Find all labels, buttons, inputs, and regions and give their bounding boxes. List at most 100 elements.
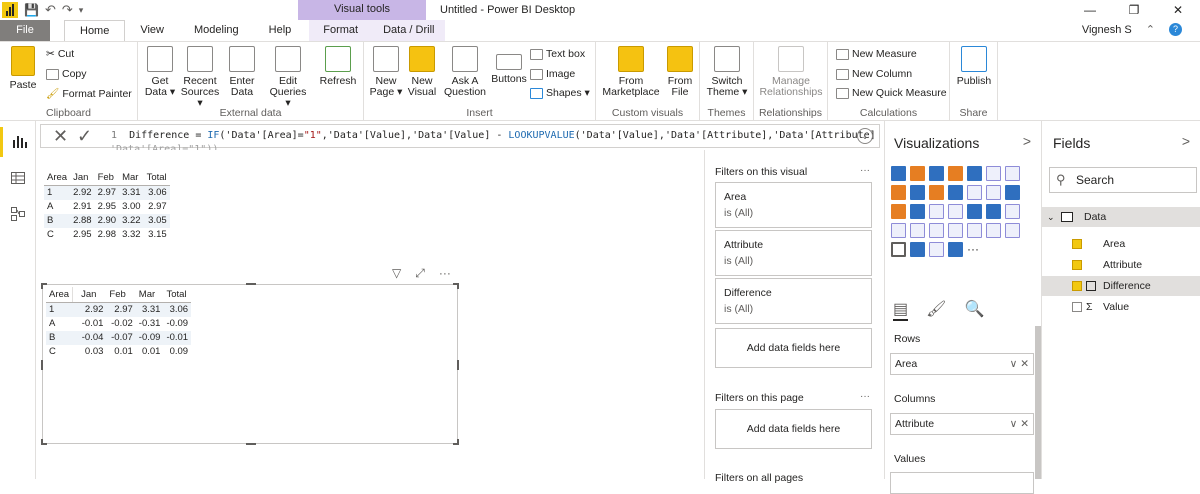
header-feb[interactable]: Feb: [106, 287, 136, 303]
matrix-visual-2[interactable]: Area Jan Feb Mar Total 1 2.92 2.97 3.31 3.06…: [41, 283, 459, 445]
cut-button[interactable]: ✂ Cut: [46, 48, 74, 60]
values-well[interactable]: [890, 472, 1034, 494]
text-box-button[interactable]: Text box: [530, 48, 585, 60]
header-mar[interactable]: Mar: [135, 287, 164, 303]
tab-format[interactable]: Format: [309, 20, 373, 41]
table-visual-icon[interactable]: [1005, 223, 1020, 238]
edit-queries-button[interactable]: Edit Queries ▾: [266, 46, 310, 109]
100-column-chart-icon[interactable]: [986, 166, 1001, 181]
more-options-icon[interactable]: ···: [439, 266, 451, 281]
card-icon[interactable]: [910, 223, 925, 238]
map-icon[interactable]: [948, 204, 963, 219]
filters-visual-more-icon[interactable]: ···: [860, 165, 870, 176]
filter-card-attribute[interactable]: Attribute is (All): [715, 230, 872, 276]
recent-sources-button[interactable]: Recent Sources ▾: [178, 46, 222, 109]
filled-map-icon[interactable]: [967, 204, 982, 219]
paste-button[interactable]: Paste: [6, 46, 40, 91]
header-mar[interactable]: Mar: [119, 170, 144, 186]
new-page-button[interactable]: New Page ▾: [368, 46, 404, 98]
paint-roller-icon[interactable]: 🖌: [926, 299, 946, 321]
columns-well[interactable]: Attribute ∨ ✕: [890, 413, 1034, 435]
expand-formula-icon[interactable]: ⌄: [857, 128, 873, 144]
copy-button[interactable]: Copy: [46, 68, 87, 80]
focus-mode-icon[interactable]: ⤢: [415, 266, 425, 281]
collapse-ribbon-icon[interactable]: ⌃: [1146, 23, 1155, 36]
clustered-bar-chart-icon[interactable]: [929, 166, 944, 181]
header-area[interactable]: Area: [44, 170, 71, 186]
from-file-button[interactable]: From File: [662, 46, 698, 98]
field-item-difference[interactable]: Difference: [1042, 276, 1200, 296]
header-jan[interactable]: Jan: [70, 170, 95, 186]
resize-handle-right[interactable]: [457, 360, 459, 370]
resize-handle-tl[interactable]: [41, 283, 47, 289]
model-view-icon[interactable]: [0, 199, 36, 229]
gauge-icon[interactable]: [891, 223, 906, 238]
tab-view[interactable]: View: [125, 20, 179, 41]
resize-handle-top[interactable]: [246, 283, 256, 285]
donut-chart-icon[interactable]: [910, 204, 925, 219]
close-button[interactable]: ✕: [1156, 0, 1200, 20]
cancel-formula-icon[interactable]: ✕: [53, 126, 68, 146]
formula-text[interactable]: 1 Difference = IF('Data'[Area]="1",'Data…: [111, 130, 876, 141]
r-visual-icon[interactable]: [910, 242, 925, 257]
field-checkbox[interactable]: [1072, 281, 1082, 291]
manage-relationships-button[interactable]: Manage Relationships: [756, 46, 826, 98]
new-column-button[interactable]: New Column: [836, 68, 912, 80]
pie-chart-icon[interactable]: [891, 204, 906, 219]
stacked-area-chart-icon[interactable]: [910, 185, 925, 200]
waterfall-chart-icon[interactable]: [986, 185, 1001, 200]
report-view-icon[interactable]: [0, 127, 36, 157]
field-item-attribute[interactable]: Attribute: [1042, 255, 1200, 275]
header-total[interactable]: Total: [143, 170, 170, 186]
commit-formula-icon[interactable]: ✓: [77, 125, 92, 147]
undo-icon[interactable]: ↶: [45, 2, 56, 18]
user-name[interactable]: Vignesh S: [1082, 24, 1132, 36]
shape-map-icon[interactable]: [986, 204, 1001, 219]
new-quick-measure-button[interactable]: New Quick Measure: [836, 87, 947, 99]
header-feb[interactable]: Feb: [94, 170, 120, 186]
field-item-area[interactable]: Area: [1042, 234, 1200, 254]
tab-modeling[interactable]: Modeling: [179, 20, 254, 41]
matrix-visual-icon[interactable]: [891, 242, 906, 257]
refresh-button[interactable]: Refresh: [318, 46, 358, 87]
rows-well[interactable]: Area ∨ ✕: [890, 353, 1034, 375]
ribbon-chart-icon[interactable]: [967, 185, 982, 200]
line-column-chart-icon[interactable]: [929, 185, 944, 200]
shapes-button[interactable]: Shapes ▾: [530, 87, 590, 99]
resize-handle-left[interactable]: [41, 360, 43, 370]
field-checkbox[interactable]: [1072, 302, 1082, 312]
fields-well-icon[interactable]: ▤: [893, 299, 909, 321]
resize-handle-bl[interactable]: [41, 439, 47, 445]
new-measure-button[interactable]: New Measure: [836, 48, 917, 60]
header-total[interactable]: Total: [163, 287, 192, 303]
data-view-icon[interactable]: [0, 163, 36, 193]
tab-help[interactable]: Help: [254, 20, 307, 41]
publish-button[interactable]: Publish: [954, 46, 994, 87]
clustered-column-chart-icon[interactable]: [948, 166, 963, 181]
table-node-data[interactable]: ⌄ Data: [1042, 207, 1200, 227]
well-actions-icon[interactable]: ∨ ✕: [1010, 414, 1029, 434]
minimize-button[interactable]: —: [1068, 0, 1112, 20]
from-marketplace-button[interactable]: From Marketplace: [600, 46, 662, 98]
tab-home[interactable]: Home: [64, 20, 126, 42]
tab-file[interactable]: File: [0, 20, 50, 41]
well-actions-icon[interactable]: ∨ ✕: [1010, 354, 1029, 374]
scatter-chart-icon[interactable]: [1005, 185, 1020, 200]
line-chart-icon[interactable]: [1005, 166, 1020, 181]
get-data-button[interactable]: Get Data ▾: [142, 46, 178, 98]
header-area[interactable]: Area: [46, 287, 74, 303]
kpi-icon[interactable]: [948, 223, 963, 238]
format-painter-button[interactable]: 🖌 Format Painter: [46, 87, 132, 101]
more-visuals-icon[interactable]: ···: [967, 242, 979, 257]
image-button[interactable]: Image: [530, 68, 575, 80]
filter-card-area[interactable]: Area is (All): [715, 182, 872, 228]
field-checkbox[interactable]: [1072, 260, 1082, 270]
matrix-visual-1[interactable]: Area Jan Feb Mar Total 1 2.92 2.97 3.31 3.06…: [44, 170, 170, 242]
expand-chevron-icon[interactable]: ⌄: [1047, 207, 1055, 227]
resize-handle-bottom[interactable]: [246, 443, 256, 445]
filter-icon[interactable]: ▽: [392, 266, 401, 281]
key-influencers-icon[interactable]: [929, 242, 944, 257]
field-item-value[interactable]: Σ Value: [1042, 297, 1200, 317]
help-icon[interactable]: ?: [1169, 23, 1182, 36]
treemap-icon[interactable]: [929, 204, 944, 219]
